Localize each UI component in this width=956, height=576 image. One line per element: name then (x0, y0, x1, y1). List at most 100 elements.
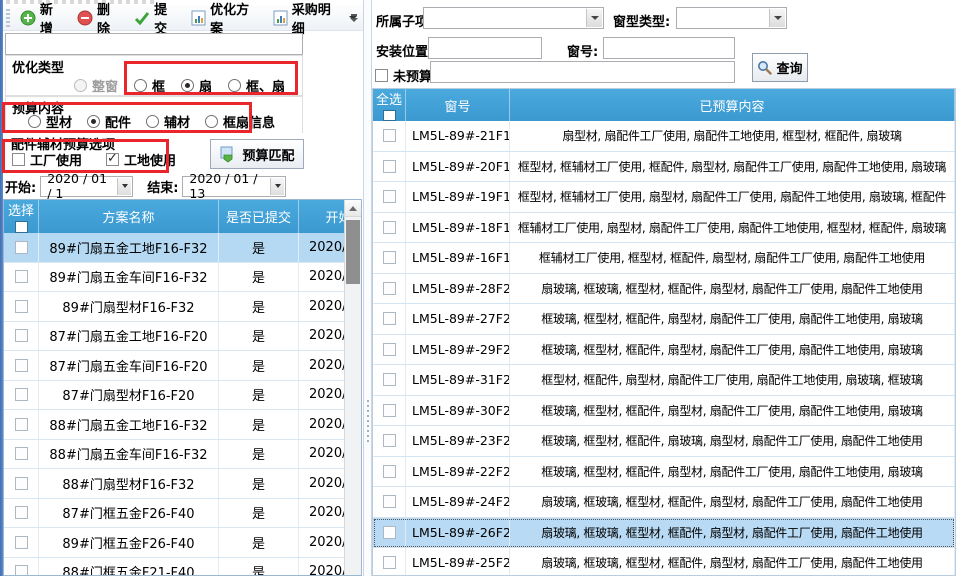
plan-row-checkbox-cell[interactable] (4, 410, 39, 439)
end-date-dropdown-button[interactable] (270, 178, 284, 195)
budget-content-radio[interactable]: 型材 (28, 112, 72, 131)
plan-header-select[interactable]: 选择 (4, 200, 39, 233)
window-row-checkbox-cell[interactable] (373, 243, 406, 273)
select-all-checkbox[interactable] (383, 110, 396, 121)
row-checkbox[interactable] (383, 373, 396, 386)
add-button[interactable]: 新增 (14, 6, 71, 30)
row-checkbox[interactable] (383, 465, 396, 478)
plan-table-row[interactable]: 88#门扇五金工地F16-F32 是 2020/0 (4, 410, 346, 440)
window-table-row[interactable]: LM5L-89#-25F23 扇玻璃, 框玻璃, 框型材, 框配件, 扇型材, … (373, 548, 955, 576)
usage-checkbox[interactable]: 工地使用 (106, 150, 176, 169)
select-all-checkbox[interactable] (15, 221, 28, 233)
window-row-checkbox-cell[interactable] (373, 213, 406, 243)
row-checkbox[interactable] (383, 404, 396, 417)
install-position-input[interactable] (428, 37, 542, 59)
window-row-checkbox-cell[interactable] (373, 487, 406, 517)
plan-row-checkbox-cell[interactable] (4, 558, 39, 576)
row-checkbox[interactable] (15, 329, 28, 342)
plan-table-row[interactable]: 89#门扇五金车间F16-F32 是 2020/0 (4, 263, 346, 293)
end-date-picker[interactable]: 2020 / 01 / 13 (182, 176, 286, 197)
plan-row-checkbox-cell[interactable] (4, 499, 39, 528)
plan-table-row[interactable]: 88#门扇五金车间F16-F32 是 2020/0 (4, 440, 346, 470)
plan-row-checkbox-cell[interactable] (4, 351, 39, 380)
opt-type-radio[interactable]: 整窗 (74, 76, 118, 95)
window-no-input[interactable] (603, 37, 735, 59)
panel-splitter[interactable] (363, 0, 372, 576)
row-checkbox[interactable] (383, 251, 396, 264)
plan-row-checkbox-cell[interactable] (4, 292, 39, 321)
window-header-content[interactable]: 已预算内容 (510, 89, 955, 121)
window-table-row[interactable]: LM5L-89#-18F16 框辅材工厂使用, 扇型材, 扇配件工厂使用, 扇配… (373, 213, 955, 244)
plan-table-scrollbar[interactable] (344, 200, 361, 576)
row-checkbox[interactable] (383, 526, 396, 539)
plan-table-row[interactable]: 88#门框五金F21-F40 是 2020/0 (4, 558, 346, 576)
plan-table-row[interactable]: 87#门扇型材F16-F20 是 2020/0 (4, 381, 346, 411)
row-checkbox[interactable] (15, 359, 28, 372)
sub-item-combobox[interactable] (423, 7, 604, 29)
usage-checkbox[interactable]: 工厂使用 (12, 150, 82, 169)
no-budget-input[interactable] (430, 61, 735, 83)
window-table-row[interactable]: LM5L-89#-23F21 框玻璃, 框型材, 框配件, 扇玻璃, 扇型材, … (373, 426, 955, 457)
window-row-checkbox-cell[interactable] (373, 518, 406, 548)
window-row-checkbox-cell[interactable] (373, 548, 406, 576)
row-checkbox[interactable] (15, 447, 28, 460)
submit-button[interactable]: 提交 (128, 6, 185, 30)
delete-button[interactable]: 删除 (71, 6, 128, 30)
window-row-checkbox-cell[interactable] (373, 335, 406, 365)
window-table-row[interactable]: LM5L-89#-19F17 框型材, 框辅材工厂使用, 扇型材, 扇配件工厂使… (373, 182, 955, 213)
window-type-combobox[interactable] (676, 7, 787, 29)
plan-row-checkbox-cell[interactable] (4, 263, 39, 292)
budget-match-button[interactable]: 预算匹配 (210, 139, 304, 169)
plan-row-checkbox-cell[interactable] (4, 528, 39, 557)
toolbar-gripper[interactable] (6, 9, 10, 27)
row-checkbox[interactable] (383, 282, 396, 295)
row-checkbox[interactable] (383, 556, 396, 569)
window-table-row[interactable]: LM5L-89#-20F18 框型材, 框辅材工厂使用, 框配件, 扇型材, 扇… (373, 152, 955, 183)
row-checkbox[interactable] (383, 434, 396, 447)
plan-table-row[interactable]: 87#门扇五金车间F16-F20 是 2020/0 (4, 351, 346, 381)
window-table-row[interactable]: LM5L-89#-26F24 扇玻璃, 框玻璃, 框型材, 框配件, 扇型材, … (373, 518, 955, 549)
plan-row-checkbox-cell[interactable] (4, 440, 39, 469)
opt-type-radio[interactable]: 框 (134, 76, 165, 95)
window-table-row[interactable]: LM5L-89#-28F26 扇玻璃, 框玻璃, 框型材, 框配件, 扇型材, … (373, 274, 955, 305)
window-table-row[interactable]: LM5L-89#-21F19 扇型材, 扇配件工厂使用, 扇配件工地使用, 框型… (373, 121, 955, 152)
window-header-no[interactable]: 窗号 (406, 89, 510, 121)
window-row-checkbox-cell[interactable] (373, 426, 406, 456)
row-checkbox[interactable] (383, 160, 396, 173)
scrollbar-thumb[interactable] (346, 220, 360, 284)
no-budget-checkbox[interactable]: 未预算: (375, 66, 437, 85)
row-checkbox[interactable] (383, 495, 396, 508)
plan-table-row[interactable]: 89#门扇五金工地F16-F32 是 2020/0 (4, 233, 346, 263)
opt-type-radio[interactable]: 扇 (181, 76, 212, 95)
plan-table-row[interactable]: 87#门扇五金工地F16-F20 是 2020/0 (4, 322, 346, 352)
plan-row-checkbox-cell[interactable] (4, 469, 39, 498)
window-table-row[interactable]: LM5L-89#-30F28 框玻璃, 框型材, 框配件, 扇型材, 扇配件工厂… (373, 396, 955, 427)
row-checkbox[interactable] (383, 190, 396, 203)
start-date-picker[interactable]: 2020 / 01 / 1 (40, 176, 133, 197)
sub-item-dropdown-button[interactable] (586, 9, 602, 27)
opt-type-radio[interactable]: 框、扇 (228, 76, 285, 95)
row-checkbox[interactable] (15, 270, 28, 283)
plan-table-row[interactable]: 89#门框五金F26-F40 是 2020/0 (4, 528, 346, 558)
plan-table-row[interactable]: 88#门扇型材F16-F32 是 2020/0 (4, 469, 346, 499)
query-button[interactable]: 查询 (752, 53, 808, 82)
window-table-row[interactable]: LM5L-89#-16F15 框辅材工厂使用, 框型材, 框配件, 扇型材, 扇… (373, 243, 955, 274)
window-table-row[interactable]: LM5L-89#-31F29 框型材, 框配件, 扇型材, 扇配件工厂使用, 扇… (373, 365, 955, 396)
budget-content-radio[interactable]: 配件 (87, 112, 131, 131)
window-table-row[interactable]: LM5L-89#-27F25 框玻璃, 框型材, 框配件, 扇型材, 扇配件工厂… (373, 304, 955, 335)
row-checkbox[interactable] (15, 300, 28, 313)
window-table-row[interactable]: LM5L-89#-24F22 扇玻璃, 框玻璃, 框型材, 框配件, 扇型材, … (373, 487, 955, 518)
plan-header-submitted[interactable]: 是否已提交 (219, 200, 299, 233)
window-row-checkbox-cell[interactable] (373, 274, 406, 304)
plan-row-checkbox-cell[interactable] (4, 322, 39, 351)
row-checkbox[interactable] (383, 129, 396, 142)
window-type-dropdown-button[interactable] (769, 9, 785, 27)
optimize-plan-button[interactable]: 优化方案 (185, 6, 267, 30)
plan-header-start[interactable]: 开始 (299, 200, 346, 233)
plan-filter-input[interactable] (5, 33, 303, 55)
plan-table-row[interactable]: 89#门扇型材F16-F32 是 2020/0 (4, 292, 346, 322)
budget-content-radio[interactable]: 框扇信息 (205, 112, 275, 131)
window-row-checkbox-cell[interactable] (373, 121, 406, 151)
budget-content-radio[interactable]: 辅材 (146, 112, 190, 131)
window-table-row[interactable]: LM5L-89#-29F27 框玻璃, 框型材, 框配件, 扇型材, 扇配件工厂… (373, 335, 955, 366)
